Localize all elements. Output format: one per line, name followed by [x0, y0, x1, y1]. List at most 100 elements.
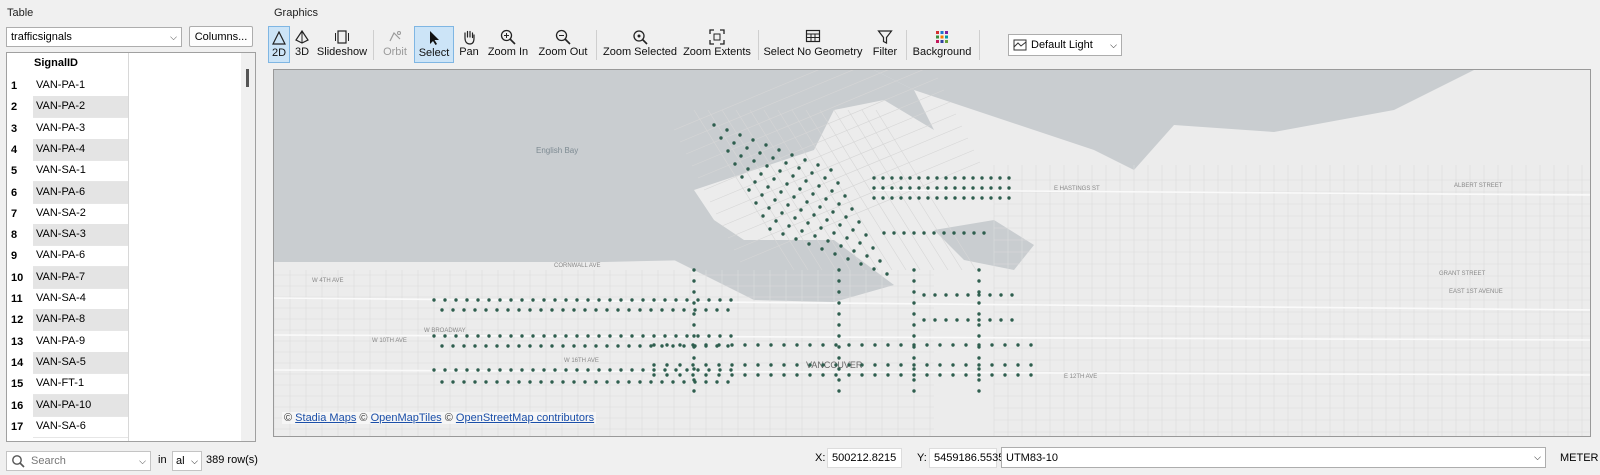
traffic-signal-marker[interactable]	[955, 318, 959, 322]
table-row[interactable]: 8 VAN-SA-3	[7, 224, 247, 247]
traffic-signal-marker[interactable]	[964, 363, 968, 367]
traffic-signal-marker[interactable]	[572, 308, 576, 312]
traffic-signal-marker[interactable]	[1029, 343, 1033, 347]
traffic-signal-marker[interactable]	[553, 334, 557, 338]
traffic-signal-marker[interactable]	[484, 344, 488, 348]
table-row[interactable]: 4 VAN-PA-4	[7, 138, 247, 161]
traffic-signal-marker[interactable]	[649, 344, 653, 348]
traffic-signal-marker[interactable]	[704, 373, 708, 377]
traffic-signal-marker[interactable]	[912, 290, 916, 294]
traffic-signal-marker[interactable]	[881, 176, 885, 180]
traffic-signal-marker[interactable]	[756, 373, 760, 377]
traffic-signal-marker[interactable]	[771, 156, 775, 160]
traffic-signal-marker[interactable]	[890, 196, 894, 200]
traffic-signal-marker[interactable]	[872, 186, 876, 190]
traffic-signal-marker[interactable]	[977, 323, 981, 327]
signal-id-cell[interactable]: VAN-PA-4	[33, 138, 128, 161]
traffic-signal-marker[interactable]	[977, 389, 981, 393]
traffic-signal-marker[interactable]	[902, 231, 906, 235]
traffic-signal-marker[interactable]	[847, 373, 851, 377]
table-row[interactable]: 10 VAN-PA-7	[7, 266, 247, 289]
traffic-signal-marker[interactable]	[691, 373, 695, 377]
traffic-signal-marker[interactable]	[652, 334, 656, 338]
traffic-signal-marker[interactable]	[678, 343, 682, 347]
traffic-signal-marker[interactable]	[528, 308, 532, 312]
traffic-signal-marker[interactable]	[912, 378, 916, 382]
traffic-signal-marker[interactable]	[473, 308, 477, 312]
traffic-signal-marker[interactable]	[487, 368, 491, 372]
traffic-signal-marker[interactable]	[794, 237, 798, 241]
traffic-signal-marker[interactable]	[808, 363, 812, 367]
traffic-signal-marker[interactable]	[484, 380, 488, 384]
traffic-signal-marker[interactable]	[451, 308, 455, 312]
traffic-signal-marker[interactable]	[782, 363, 786, 367]
traffic-signal-marker[interactable]	[550, 344, 554, 348]
select-button[interactable]: Select	[414, 26, 454, 63]
scrollbar-thumb[interactable]	[246, 69, 249, 87]
traffic-signal-marker[interactable]	[726, 308, 730, 312]
table-row[interactable]: 1 VAN-PA-1	[7, 75, 247, 97]
traffic-signal-marker[interactable]	[692, 356, 696, 360]
traffic-signal-marker[interactable]	[922, 293, 926, 297]
traffic-signal-marker[interactable]	[528, 344, 532, 348]
traffic-signal-marker[interactable]	[575, 334, 579, 338]
traffic-signal-marker[interactable]	[660, 308, 664, 312]
traffic-signal-marker[interactable]	[619, 334, 623, 338]
traffic-signal-marker[interactable]	[729, 368, 733, 372]
traffic-signal-marker[interactable]	[443, 368, 447, 372]
traffic-signal-marker[interactable]	[692, 367, 696, 371]
traffic-signal-marker[interactable]	[977, 293, 981, 297]
traffic-signal-marker[interactable]	[718, 298, 722, 302]
traffic-signal-marker[interactable]	[619, 298, 623, 302]
traffic-signal-marker[interactable]	[443, 298, 447, 302]
traffic-signal-marker[interactable]	[692, 334, 696, 338]
traffic-signal-marker[interactable]	[812, 213, 816, 217]
traffic-signal-marker[interactable]	[962, 186, 966, 190]
traffic-signal-marker[interactable]	[899, 343, 903, 347]
traffic-signal-marker[interactable]	[717, 343, 721, 347]
traffic-signal-marker[interactable]	[692, 389, 696, 393]
traffic-signal-marker[interactable]	[765, 164, 769, 168]
traffic-signal-marker[interactable]	[495, 380, 499, 384]
traffic-signal-marker[interactable]	[781, 232, 785, 236]
traffic-signal-marker[interactable]	[432, 368, 436, 372]
traffic-signal-marker[interactable]	[811, 192, 815, 196]
traffic-signal-marker[interactable]	[998, 176, 1002, 180]
traffic-signal-marker[interactable]	[899, 176, 903, 180]
traffic-signal-marker[interactable]	[719, 136, 723, 140]
traffic-signal-marker[interactable]	[922, 231, 926, 235]
traffic-signal-marker[interactable]	[718, 368, 722, 372]
background-button[interactable]: Background	[911, 26, 973, 63]
traffic-signal-marker[interactable]	[652, 368, 656, 372]
traffic-signal-marker[interactable]	[608, 298, 612, 302]
traffic-signal-marker[interactable]	[878, 259, 882, 263]
traffic-signal-marker[interactable]	[803, 158, 807, 162]
traffic-signal-marker[interactable]	[605, 344, 609, 348]
traffic-signal-marker[interactable]	[594, 344, 598, 348]
traffic-signal-marker[interactable]	[730, 343, 734, 347]
traffic-signal-marker[interactable]	[912, 356, 916, 360]
traffic-signal-marker[interactable]	[619, 368, 623, 372]
traffic-signal-marker[interactable]	[971, 176, 975, 180]
traffic-signal-marker[interactable]	[899, 196, 903, 200]
traffic-signal-marker[interactable]	[837, 378, 841, 382]
signal-id-cell[interactable]: VAN-SA-5	[33, 351, 128, 374]
traffic-signal-marker[interactable]	[998, 186, 1002, 190]
traffic-signal-marker[interactable]	[886, 363, 890, 367]
traffic-signal-marker[interactable]	[837, 312, 841, 316]
traffic-signal-marker[interactable]	[933, 293, 937, 297]
traffic-signal-marker[interactable]	[852, 249, 856, 253]
traffic-signal-marker[interactable]	[638, 380, 642, 384]
traffic-signal-marker[interactable]	[912, 268, 916, 272]
traffic-signal-marker[interactable]	[925, 363, 929, 367]
traffic-signal-marker[interactable]	[465, 334, 469, 338]
traffic-signal-marker[interactable]	[440, 380, 444, 384]
traffic-signal-marker[interactable]	[792, 195, 796, 199]
traffic-signal-marker[interactable]	[999, 318, 1003, 322]
traffic-signal-marker[interactable]	[846, 257, 850, 261]
traffic-signal-marker[interactable]	[768, 227, 772, 231]
traffic-signal-marker[interactable]	[476, 298, 480, 302]
traffic-signal-marker[interactable]	[665, 363, 669, 367]
traffic-signal-marker[interactable]	[520, 334, 524, 338]
traffic-signal-marker[interactable]	[440, 308, 444, 312]
